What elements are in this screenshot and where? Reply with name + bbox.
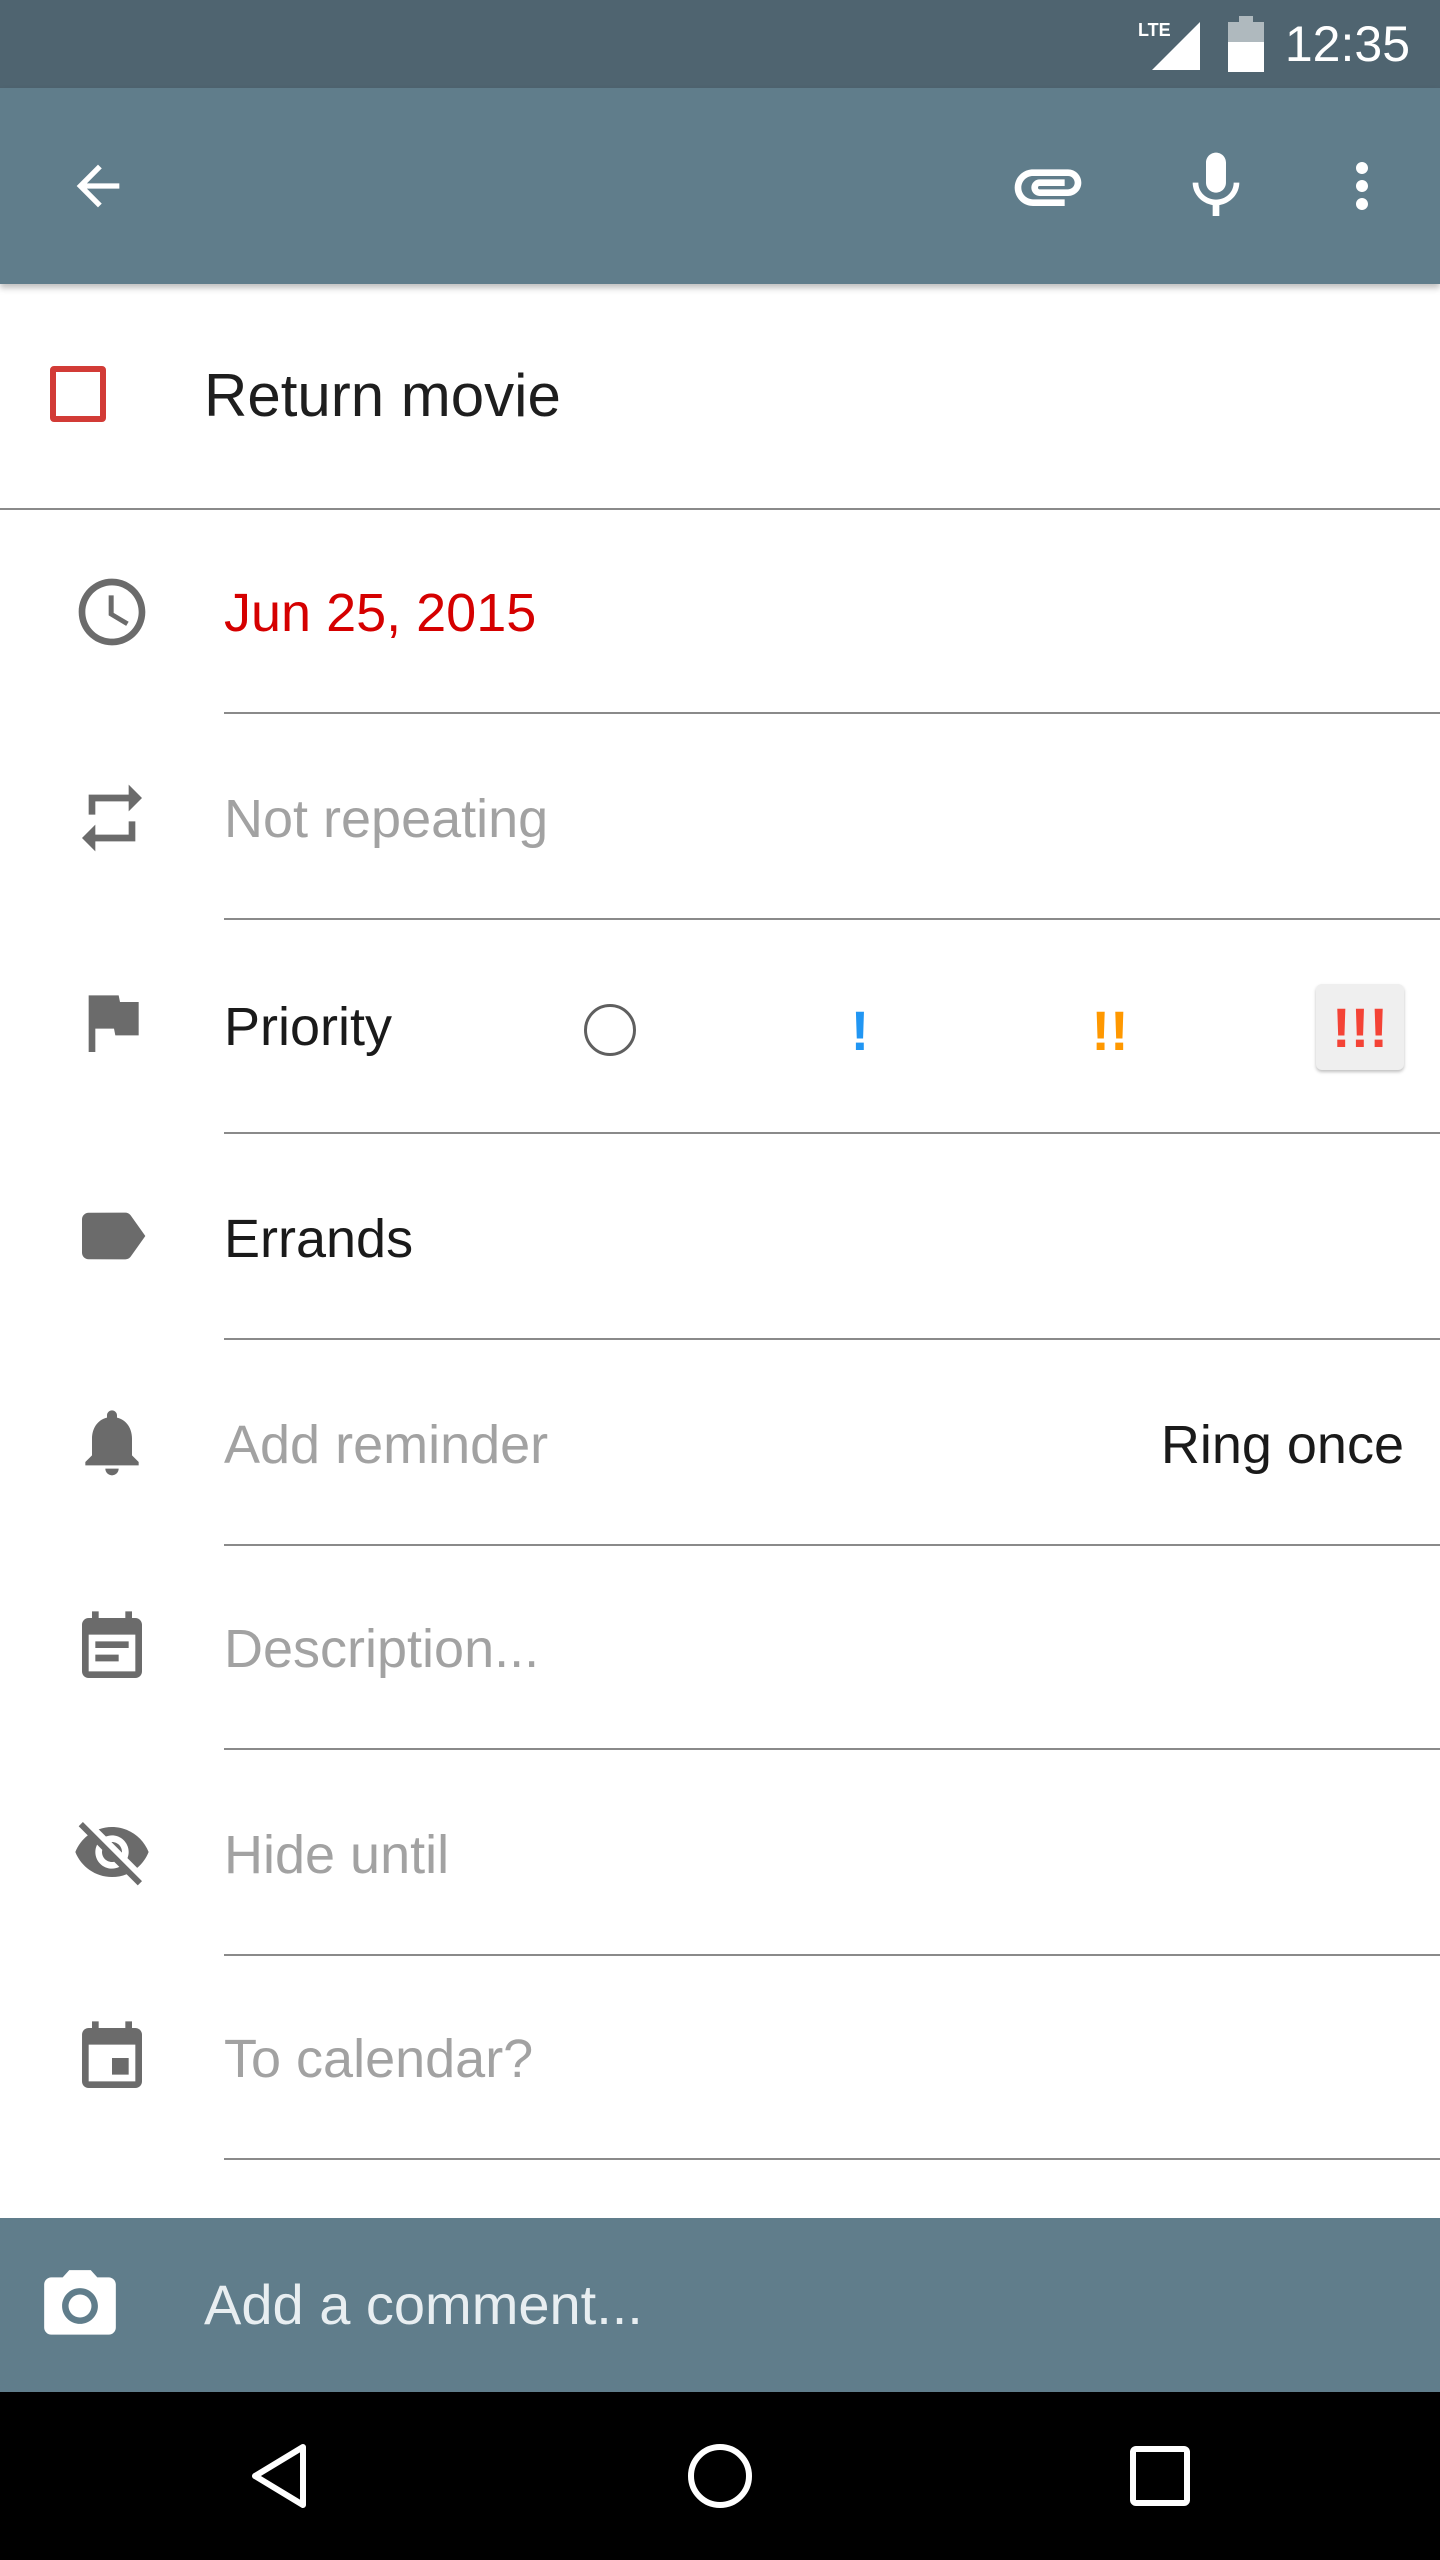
divider (224, 1132, 1440, 1134)
due-date-field[interactable]: Jun 25, 2015 (224, 578, 536, 648)
status-time: 12:35 (1284, 16, 1410, 72)
nav-back-button[interactable] (232, 2428, 328, 2524)
priority-low-option[interactable]: ! (820, 995, 900, 1065)
bell-icon (72, 1402, 152, 1482)
nav-home-icon (688, 2444, 752, 2508)
nav-home-button[interactable] (672, 2428, 768, 2524)
navigation-bar (0, 2392, 1440, 2560)
priority-none-circle (584, 1004, 636, 1056)
repeat-field[interactable]: Not repeating (224, 784, 548, 854)
visibility-off-icon (72, 1812, 152, 1892)
nav-back-icon (252, 2444, 306, 2508)
divider (224, 1338, 1440, 1340)
back-button[interactable] (40, 128, 156, 244)
camera-button[interactable] (36, 2262, 124, 2350)
more-vert-icon (1356, 162, 1368, 210)
lte-label: LTE (1138, 20, 1171, 40)
back-arrow-icon (76, 164, 120, 208)
description-field[interactable]: Description... (224, 1614, 539, 1684)
event-icon (72, 2018, 152, 2098)
hide-until-field[interactable]: Hide until (224, 1820, 449, 1890)
flag-icon (72, 982, 152, 1062)
status-bar: LTE 12:35 (0, 0, 1440, 88)
nav-recents-icon (1130, 2446, 1190, 2506)
attach-button[interactable] (990, 128, 1106, 244)
voice-input-button[interactable] (1158, 128, 1274, 244)
priority-medium-option[interactable]: !! (1070, 995, 1150, 1065)
reminder-mode-selector[interactable]: Ring once (1161, 1410, 1404, 1480)
clock-icon (72, 572, 152, 652)
divider (224, 1954, 1440, 1956)
camera-icon (44, 2270, 116, 2335)
label-icon (72, 1196, 152, 1276)
priority-high-option[interactable]: !!! (1316, 984, 1404, 1070)
attach-icon (1014, 169, 1082, 206)
divider (224, 918, 1440, 920)
complete-checkbox[interactable] (50, 366, 106, 422)
comment-input[interactable]: Add a comment... (204, 2218, 643, 2392)
battery-icon (1228, 16, 1264, 72)
app-bar (0, 88, 1440, 284)
divider (224, 1748, 1440, 1750)
notes-icon (72, 1608, 152, 1688)
divider (224, 712, 1440, 714)
comment-bar: Add a comment... (0, 2218, 1440, 2392)
add-reminder-field[interactable]: Add reminder (224, 1410, 548, 1480)
divider (224, 2158, 1440, 2160)
nav-recents-button[interactable] (1112, 2428, 1208, 2524)
divider (224, 1544, 1440, 1546)
repeat-icon (72, 778, 152, 858)
task-title-row: Return movie (0, 284, 1440, 510)
calendar-field[interactable]: To calendar? (224, 2024, 533, 2094)
priority-none-option[interactable] (578, 995, 642, 1065)
lte-signal-icon: LTE (1138, 20, 1200, 70)
microphone-icon (1192, 152, 1240, 216)
more-options-button[interactable] (1304, 128, 1420, 244)
task-title-input[interactable]: Return movie (204, 284, 561, 508)
priority-label: Priority (224, 997, 393, 1057)
list-field[interactable]: Errands (224, 1204, 413, 1274)
